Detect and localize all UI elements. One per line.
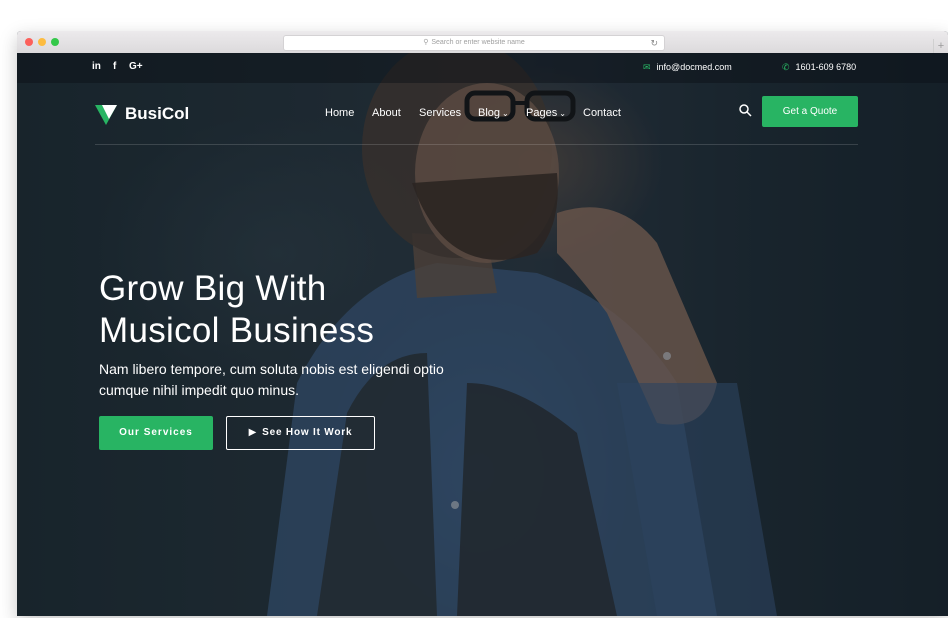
top-contact-bar: in f G+ ✉ info@docmed.com ✆ 1601-609 6780 — [17, 53, 948, 83]
get-a-quote-button[interactable]: Get a Quote — [762, 96, 858, 127]
search-icon[interactable] — [739, 104, 752, 117]
hero-title: Grow Big With Musicol Business — [99, 268, 519, 352]
address-bar-placeholder: Search or enter website name — [431, 39, 525, 46]
hero-subtitle-line-2: cumque nihil impedit quo minus. — [99, 382, 299, 398]
hero-page: in f G+ ✉ info@docmed.com ✆ 1601-609 6780 … — [17, 53, 948, 616]
phone-text: 1601-609 6780 — [795, 62, 857, 72]
close-window-button[interactable] — [25, 38, 33, 46]
linkedin-icon[interactable]: in — [92, 61, 101, 72]
chevron-down-icon: ⌄ — [559, 109, 566, 118]
email-text: info@docmed.com — [656, 62, 732, 72]
phone-icon: ✆ — [782, 62, 790, 72]
browser-window: ⚲ Search or enter website name ↻ + in f … — [17, 31, 948, 616]
new-tab-button[interactable]: + — [933, 39, 948, 53]
email-contact[interactable]: ✉ info@docmed.com — [643, 62, 732, 73]
see-how-it-work-button[interactable]: ▶ See How It Work — [226, 416, 375, 450]
hero-subtitle-line-1: Nam libero tempore, cum soluta nobis est… — [99, 361, 444, 377]
main-navbar: BusiCol Home About Services Blog ⌄ Pages ⌄… — [17, 93, 948, 143]
nav-item-pages[interactable]: Pages ⌄ — [526, 107, 566, 119]
our-services-button[interactable]: Our Services — [99, 416, 213, 450]
nav-item-pages-label: Pages — [526, 107, 558, 119]
envelope-icon: ✉ — [643, 62, 651, 72]
see-how-it-work-label: See How It Work — [262, 427, 353, 438]
minimize-window-button[interactable] — [38, 38, 46, 46]
zoom-window-button[interactable] — [51, 38, 59, 46]
logo-text: BusiCol — [125, 104, 190, 123]
nav-item-contact[interactable]: Contact — [583, 107, 621, 119]
hero-title-line-2: Musicol Business — [99, 311, 375, 350]
chevron-down-icon: ⌄ — [502, 109, 509, 118]
nav-item-about[interactable]: About — [372, 107, 401, 119]
search-icon: ⚲ — [423, 39, 429, 46]
phone-contact[interactable]: ✆ 1601-609 6780 — [782, 62, 856, 73]
address-bar[interactable]: ⚲ Search or enter website name ↻ — [283, 35, 665, 51]
nav-divider — [95, 144, 858, 145]
nav-item-services[interactable]: Services — [419, 107, 461, 119]
nav-item-blog-label: Blog — [478, 107, 501, 119]
hero-title-line-1: Grow Big With — [99, 269, 327, 308]
google-plus-icon[interactable]: G+ — [129, 61, 143, 72]
nav-item-blog[interactable]: Blog ⌄ — [478, 107, 509, 119]
facebook-icon[interactable]: f — [113, 61, 116, 72]
hero-subtitle: Nam libero tempore, cum soluta nobis est… — [99, 359, 519, 401]
logo-triangle-icon — [95, 105, 117, 125]
play-icon: ▶ — [248, 427, 258, 438]
nav-item-home[interactable]: Home — [325, 107, 354, 119]
browser-toolbar: ⚲ Search or enter website name ↻ + — [17, 31, 948, 54]
reload-icon[interactable]: ↻ — [650, 36, 658, 50]
